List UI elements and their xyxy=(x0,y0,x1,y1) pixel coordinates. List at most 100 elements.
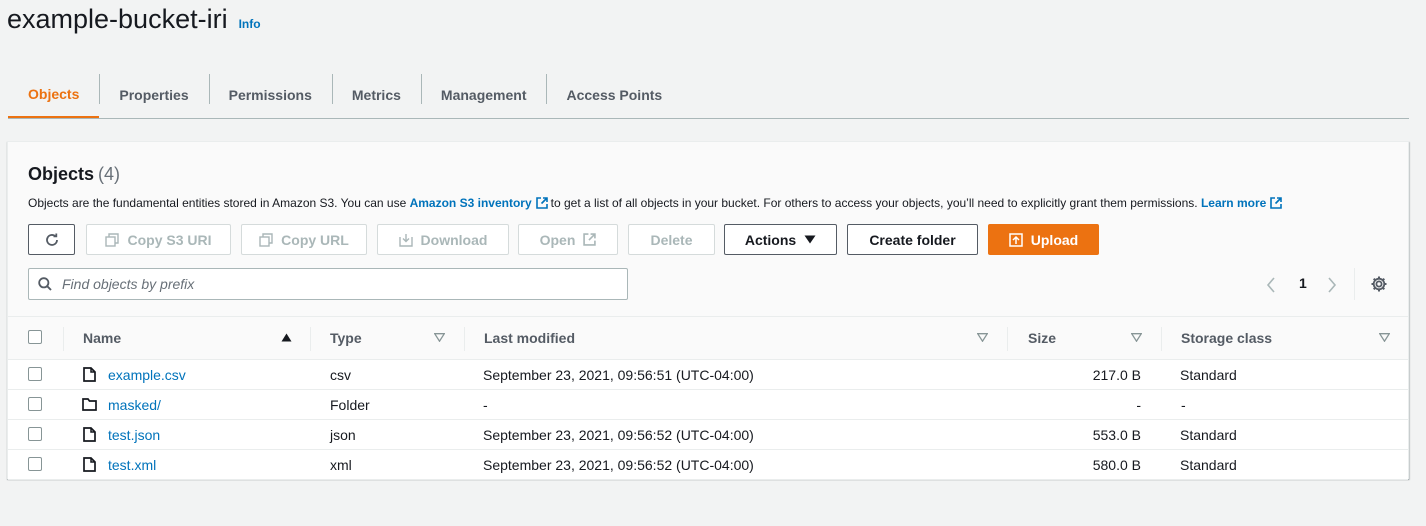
delete-button[interactable]: Delete xyxy=(628,224,715,255)
file-icon xyxy=(83,427,96,442)
object-type: xml xyxy=(330,456,352,473)
sort-icon[interactable] xyxy=(1131,333,1142,342)
object-size: 553.0 B xyxy=(1092,426,1141,443)
description-text-2: to get a list of all objects in your buc… xyxy=(550,196,1198,210)
column-header-storage-class[interactable]: Storage class xyxy=(1181,317,1272,359)
gear-icon[interactable] xyxy=(1370,275,1388,293)
page-number[interactable]: 1 xyxy=(1299,275,1307,291)
object-size: 580.0 B xyxy=(1092,456,1141,473)
object-name-link[interactable]: test.xml xyxy=(108,457,156,473)
search-icon xyxy=(38,277,52,291)
object-last-modified: - xyxy=(483,396,488,413)
object-name-link[interactable]: test.json xyxy=(108,427,160,443)
objects-heading: Objects (4) xyxy=(28,164,120,185)
chevron-right-icon[interactable] xyxy=(1327,277,1337,293)
download-label: Download xyxy=(420,231,488,248)
actions-dropdown[interactable]: Actions xyxy=(724,224,837,255)
column-divider xyxy=(310,327,311,351)
sort-ascending-icon[interactable] xyxy=(281,333,292,342)
column-header-size[interactable]: Size xyxy=(1028,317,1056,359)
select-all-checkbox[interactable] xyxy=(28,330,42,344)
copy-icon xyxy=(105,232,120,247)
tab-properties[interactable]: Properties xyxy=(99,72,208,118)
tab-metrics[interactable]: Metrics xyxy=(331,72,421,118)
actions-label: Actions xyxy=(744,231,797,248)
table-row[interactable]: test.xml xml September 23, 2021, 09:56:5… xyxy=(8,450,1408,480)
column-divider xyxy=(63,327,64,351)
object-type: csv xyxy=(330,366,351,383)
tab-bar: Objects Properties Permissions Metrics M… xyxy=(8,72,1409,119)
tab-management[interactable]: Management xyxy=(420,72,547,118)
object-storage-class: Standard xyxy=(1180,456,1237,473)
object-size: 217.0 B xyxy=(1092,366,1141,383)
page-title: example-bucket-iri xyxy=(7,4,228,34)
external-link-icon[interactable] xyxy=(1270,197,1283,209)
column-header-name[interactable]: Name xyxy=(83,317,121,359)
objects-table: Name Type Last modified Size Storage cla… xyxy=(8,316,1408,480)
copy-icon xyxy=(259,232,273,247)
s3-inventory-link[interactable]: Amazon S3 inventory xyxy=(410,196,532,210)
refresh-button[interactable] xyxy=(28,224,75,255)
open-button[interactable]: Open xyxy=(518,224,618,255)
object-storage-class: - xyxy=(1181,396,1186,413)
file-icon xyxy=(83,367,96,382)
delete-label: Delete xyxy=(650,231,693,248)
create-folder-button[interactable]: Create folder xyxy=(847,224,978,255)
sort-icon[interactable] xyxy=(434,333,445,342)
tab-objects[interactable]: Objects xyxy=(8,72,100,118)
create-folder-label: Create folder xyxy=(869,231,956,248)
copy-url-label: Copy URL xyxy=(281,231,349,248)
sort-icon[interactable] xyxy=(977,333,988,342)
learn-more-link[interactable]: Learn more xyxy=(1201,196,1266,210)
info-link[interactable]: Info xyxy=(239,17,261,31)
object-type: json xyxy=(330,426,356,443)
objects-heading-label: Objects xyxy=(28,164,95,184)
table-row[interactable]: masked/ Folder - - - xyxy=(8,390,1408,420)
file-icon xyxy=(83,457,96,472)
table-row[interactable]: example.csv csv September 23, 2021, 09:5… xyxy=(8,360,1408,390)
external-link-icon[interactable] xyxy=(535,197,548,209)
tab-permissions[interactable]: Permissions xyxy=(208,72,332,118)
object-name-link[interactable]: masked/ xyxy=(108,397,161,413)
refresh-icon xyxy=(45,233,58,246)
table-row[interactable]: test.json json September 23, 2021, 09:56… xyxy=(8,420,1408,450)
search-input[interactable] xyxy=(62,276,602,292)
object-type: Folder xyxy=(330,396,370,413)
object-name-link[interactable]: example.csv xyxy=(108,367,186,383)
upload-icon xyxy=(1009,232,1023,247)
upload-label: Upload xyxy=(1030,231,1079,248)
caret-down-icon xyxy=(804,235,816,244)
folder-icon xyxy=(82,398,97,411)
upload-button[interactable]: Upload xyxy=(988,224,1099,255)
copy-s3-uri-label: Copy S3 URI xyxy=(127,231,212,248)
row-checkbox[interactable] xyxy=(28,457,42,471)
external-link-icon xyxy=(583,233,597,246)
object-last-modified: September 23, 2021, 09:56:52 (UTC-04:00) xyxy=(483,456,754,473)
object-storage-class: Standard xyxy=(1180,426,1237,443)
row-checkbox[interactable] xyxy=(28,427,42,441)
column-header-last-modified[interactable]: Last modified xyxy=(484,317,575,359)
copy-url-button[interactable]: Copy URL xyxy=(241,224,367,255)
sort-icon[interactable] xyxy=(1379,333,1390,342)
tab-access-points[interactable]: Access Points xyxy=(546,72,682,118)
column-header-type[interactable]: Type xyxy=(330,317,362,359)
column-divider xyxy=(464,327,465,351)
download-icon xyxy=(398,233,413,247)
table-header: Name Type Last modified Size Storage cla… xyxy=(8,316,1408,360)
object-last-modified: September 23, 2021, 09:56:52 (UTC-04:00) xyxy=(483,426,754,443)
pagination-divider xyxy=(1354,268,1355,300)
object-storage-class: Standard xyxy=(1180,366,1237,383)
objects-panel: Objects (4) Objects are the fundamental e… xyxy=(7,141,1409,480)
description-text-1: Objects are the fundamental entities sto… xyxy=(28,196,407,210)
object-size: - xyxy=(1136,396,1141,413)
row-checkbox[interactable] xyxy=(28,367,42,381)
download-button[interactable]: Download xyxy=(377,224,509,255)
chevron-left-icon[interactable] xyxy=(1266,277,1276,293)
page-header: example-bucket-iri Info xyxy=(7,4,261,35)
row-checkbox[interactable] xyxy=(28,397,42,411)
object-last-modified: September 23, 2021, 09:56:51 (UTC-04:00) xyxy=(483,366,754,383)
search-box xyxy=(28,268,628,300)
objects-count: (4) xyxy=(98,164,121,184)
column-divider xyxy=(1007,327,1008,351)
copy-s3-uri-button[interactable]: Copy S3 URI xyxy=(86,224,231,255)
